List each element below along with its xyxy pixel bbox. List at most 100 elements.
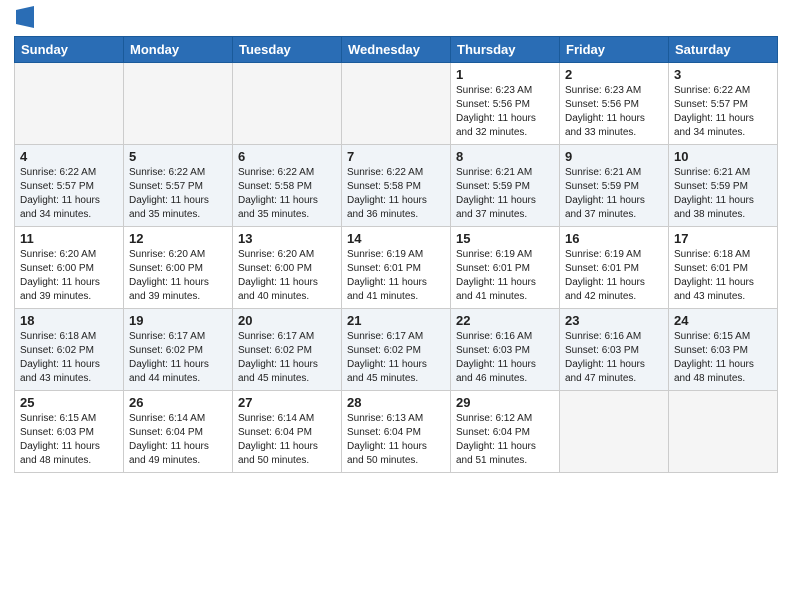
day-info: Sunrise: 6:17 AMSunset: 6:02 PMDaylight:…	[238, 330, 336, 386]
day-number: 25	[20, 395, 118, 410]
day-info: Sunrise: 6:14 AMSunset: 6:04 PMDaylight:…	[238, 412, 336, 468]
day-info: Sunrise: 6:22 AMSunset: 5:57 PMDaylight:…	[129, 166, 227, 222]
day-number: 11	[20, 231, 118, 246]
day-info: Sunrise: 6:13 AMSunset: 6:04 PMDaylight:…	[347, 412, 445, 468]
day-info: Sunrise: 6:14 AMSunset: 6:04 PMDaylight:…	[129, 412, 227, 468]
day-info: Sunrise: 6:15 AMSunset: 6:03 PMDaylight:…	[674, 330, 772, 386]
calendar-cell	[15, 63, 124, 145]
calendar-cell	[233, 63, 342, 145]
calendar-cell: 8 Sunrise: 6:21 AMSunset: 5:59 PMDaylight…	[451, 145, 560, 227]
day-number: 19	[129, 313, 227, 328]
calendar-cell: 13 Sunrise: 6:20 AMSunset: 6:00 PMDayligh…	[233, 227, 342, 309]
day-number: 23	[565, 313, 663, 328]
day-info: Sunrise: 6:21 AMSunset: 5:59 PMDaylight:…	[456, 166, 554, 222]
weekday-header-friday: Friday	[560, 37, 669, 63]
day-info: Sunrise: 6:19 AMSunset: 6:01 PMDaylight:…	[456, 248, 554, 304]
calendar-cell: 20 Sunrise: 6:17 AMSunset: 6:02 PMDayligh…	[233, 309, 342, 391]
day-info: Sunrise: 6:23 AMSunset: 5:56 PMDaylight:…	[456, 84, 554, 140]
day-info: Sunrise: 6:17 AMSunset: 6:02 PMDaylight:…	[129, 330, 227, 386]
day-info: Sunrise: 6:20 AMSunset: 6:00 PMDaylight:…	[129, 248, 227, 304]
day-number: 7	[347, 149, 445, 164]
weekday-header-sunday: Sunday	[15, 37, 124, 63]
calendar-cell: 19 Sunrise: 6:17 AMSunset: 6:02 PMDayligh…	[124, 309, 233, 391]
day-number: 17	[674, 231, 772, 246]
day-number: 2	[565, 67, 663, 82]
day-info: Sunrise: 6:20 AMSunset: 6:00 PMDaylight:…	[238, 248, 336, 304]
logo-icon	[16, 6, 34, 28]
calendar-cell: 15 Sunrise: 6:19 AMSunset: 6:01 PMDayligh…	[451, 227, 560, 309]
day-number: 16	[565, 231, 663, 246]
day-number: 14	[347, 231, 445, 246]
day-info: Sunrise: 6:22 AMSunset: 5:58 PMDaylight:…	[347, 166, 445, 222]
calendar-cell: 4 Sunrise: 6:22 AMSunset: 5:57 PMDaylight…	[15, 145, 124, 227]
calendar-cell	[342, 63, 451, 145]
day-number: 21	[347, 313, 445, 328]
day-number: 13	[238, 231, 336, 246]
calendar-cell: 22Sunrise: 6:16 AMSunset: 6:03 PMDayligh…	[451, 309, 560, 391]
calendar-week-row: 18 Sunrise: 6:18 AMSunset: 6:02 PMDayligh…	[15, 309, 778, 391]
day-info: Sunrise: 6:15 AMSunset: 6:03 PMDaylight:…	[20, 412, 118, 468]
day-info: Sunrise: 6:22 AMSunset: 5:58 PMDaylight:…	[238, 166, 336, 222]
day-info: Sunrise: 6:20 AMSunset: 6:00 PMDaylight:…	[20, 248, 118, 304]
day-number: 12	[129, 231, 227, 246]
calendar-cell: 23Sunrise: 6:16 AMSunset: 6:03 PMDayligh…	[560, 309, 669, 391]
day-info: Sunrise: 6:23 AMSunset: 5:56 PMDaylight:…	[565, 84, 663, 140]
day-number: 9	[565, 149, 663, 164]
day-info: Sunrise: 6:22 AMSunset: 5:57 PMDaylight:…	[674, 84, 772, 140]
calendar-week-row: 11 Sunrise: 6:20 AMSunset: 6:00 PMDayligh…	[15, 227, 778, 309]
day-number: 15	[456, 231, 554, 246]
calendar-cell: 26 Sunrise: 6:14 AMSunset: 6:04 PMDayligh…	[124, 391, 233, 473]
day-info: Sunrise: 6:12 AMSunset: 6:04 PMDaylight:…	[456, 412, 554, 468]
calendar-cell: 3Sunrise: 6:22 AMSunset: 5:57 PMDaylight…	[669, 63, 778, 145]
calendar-cell: 16 Sunrise: 6:19 AMSunset: 6:01 PMDayligh…	[560, 227, 669, 309]
weekday-header-wednesday: Wednesday	[342, 37, 451, 63]
calendar-cell: 11 Sunrise: 6:20 AMSunset: 6:00 PMDayligh…	[15, 227, 124, 309]
day-info: Sunrise: 6:18 AMSunset: 6:01 PMDaylight:…	[674, 248, 772, 304]
day-number: 20	[238, 313, 336, 328]
calendar-cell: 29 Sunrise: 6:12 AMSunset: 6:04 PMDayligh…	[451, 391, 560, 473]
day-number: 24	[674, 313, 772, 328]
weekday-header-row: SundayMondayTuesdayWednesdayThursdayFrid…	[15, 37, 778, 63]
calendar-cell: 18 Sunrise: 6:18 AMSunset: 6:02 PMDayligh…	[15, 309, 124, 391]
calendar-cell: 10 Sunrise: 6:21 AMSunset: 5:59 PMDayligh…	[669, 145, 778, 227]
day-number: 27	[238, 395, 336, 410]
weekday-header-thursday: Thursday	[451, 37, 560, 63]
calendar-week-row: 25 Sunrise: 6:15 AMSunset: 6:03 PMDayligh…	[15, 391, 778, 473]
day-info: Sunrise: 6:17 AMSunset: 6:02 PMDaylight:…	[347, 330, 445, 386]
calendar-cell: 9Sunrise: 6:21 AMSunset: 5:59 PMDaylight…	[560, 145, 669, 227]
calendar-cell: 5 Sunrise: 6:22 AMSunset: 5:57 PMDaylight…	[124, 145, 233, 227]
calendar-cell	[560, 391, 669, 473]
day-number: 1	[456, 67, 554, 82]
day-info: Sunrise: 6:19 AMSunset: 6:01 PMDaylight:…	[347, 248, 445, 304]
day-info: Sunrise: 6:21 AMSunset: 5:59 PMDaylight:…	[674, 166, 772, 222]
calendar-cell: 24 Sunrise: 6:15 AMSunset: 6:03 PMDayligh…	[669, 309, 778, 391]
calendar-cell: 6 Sunrise: 6:22 AMSunset: 5:58 PMDaylight…	[233, 145, 342, 227]
day-number: 5	[129, 149, 227, 164]
calendar-cell: 25 Sunrise: 6:15 AMSunset: 6:03 PMDayligh…	[15, 391, 124, 473]
day-number: 29	[456, 395, 554, 410]
calendar-table: SundayMondayTuesdayWednesdayThursdayFrid…	[14, 36, 778, 473]
calendar-cell: 2 Sunrise: 6:23 AMSunset: 5:56 PMDaylight…	[560, 63, 669, 145]
calendar-cell	[124, 63, 233, 145]
calendar-cell: 27 Sunrise: 6:14 AMSunset: 6:04 PMDayligh…	[233, 391, 342, 473]
calendar-cell: 14 Sunrise: 6:19 AMSunset: 6:01 PMDayligh…	[342, 227, 451, 309]
day-number: 26	[129, 395, 227, 410]
logo	[14, 10, 34, 28]
calendar-week-row: 4 Sunrise: 6:22 AMSunset: 5:57 PMDaylight…	[15, 145, 778, 227]
day-number: 18	[20, 313, 118, 328]
calendar-cell: 7 Sunrise: 6:22 AMSunset: 5:58 PMDaylight…	[342, 145, 451, 227]
calendar-cell: 1 Sunrise: 6:23 AMSunset: 5:56 PMDaylight…	[451, 63, 560, 145]
day-number: 4	[20, 149, 118, 164]
day-info: Sunrise: 6:22 AMSunset: 5:57 PMDaylight:…	[20, 166, 118, 222]
day-info: Sunrise: 6:16 AMSunset: 6:03 PMDaylight:…	[456, 330, 554, 386]
day-info: Sunrise: 6:18 AMSunset: 6:02 PMDaylight:…	[20, 330, 118, 386]
day-info: Sunrise: 6:19 AMSunset: 6:01 PMDaylight:…	[565, 248, 663, 304]
calendar-cell	[669, 391, 778, 473]
day-number: 10	[674, 149, 772, 164]
calendar-cell: 21 Sunrise: 6:17 AMSunset: 6:02 PMDayligh…	[342, 309, 451, 391]
day-number: 8	[456, 149, 554, 164]
day-number: 28	[347, 395, 445, 410]
day-number: 6	[238, 149, 336, 164]
calendar-cell: 12 Sunrise: 6:20 AMSunset: 6:00 PMDayligh…	[124, 227, 233, 309]
weekday-header-saturday: Saturday	[669, 37, 778, 63]
